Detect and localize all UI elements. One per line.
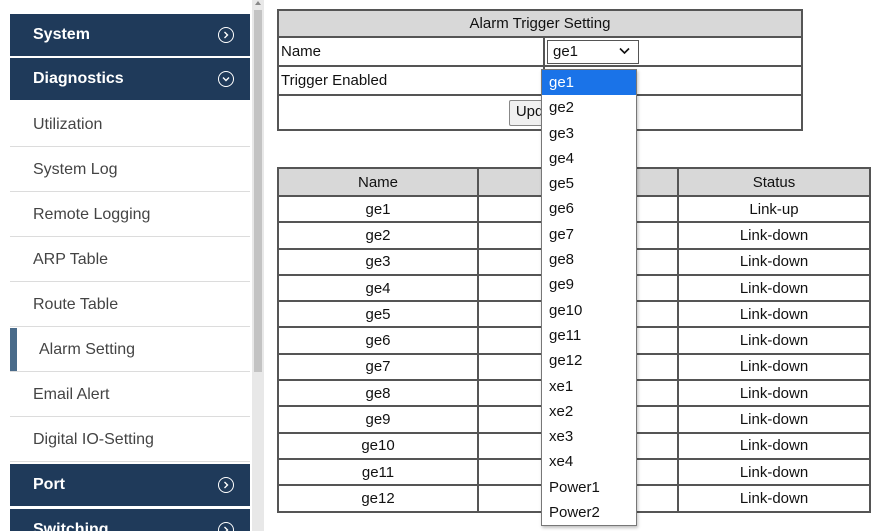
setting-table-title: Alarm Trigger Setting bbox=[277, 9, 803, 38]
chevron-right-circle-icon bbox=[218, 522, 234, 531]
name-cell: ge1 bbox=[543, 36, 803, 67]
dropdown-option[interactable]: ge11 bbox=[542, 323, 636, 348]
dropdown-option[interactable]: xe3 bbox=[542, 424, 636, 449]
sidebar-item-label: Remote Logging bbox=[33, 205, 151, 223]
sidebar-item-system-log[interactable]: System Log bbox=[10, 148, 250, 192]
cell-status: Link-down bbox=[677, 273, 871, 303]
dropdown-option[interactable]: ge5 bbox=[542, 171, 636, 196]
sidebar-item-label: System Log bbox=[33, 160, 118, 178]
cell-name: ge2 bbox=[277, 221, 479, 250]
sidebar-item-arp-table[interactable]: ARP Table bbox=[10, 238, 250, 282]
dropdown-option[interactable]: xe4 bbox=[542, 449, 636, 474]
sidebar-scrollbar[interactable] bbox=[252, 0, 264, 531]
sidebar-item-label: Switching bbox=[33, 521, 109, 531]
dropdown-option[interactable]: ge12 bbox=[542, 348, 636, 373]
dropdown-option[interactable]: ge3 bbox=[542, 121, 636, 146]
sidebar-item-utilization[interactable]: Utilization bbox=[10, 103, 250, 147]
sidebar-item-digital-io-setting[interactable]: Digital IO-Setting bbox=[10, 418, 250, 462]
name-select-value: ge1 bbox=[553, 42, 579, 60]
chevron-right-circle-icon bbox=[218, 477, 234, 493]
cell-status: Link-down bbox=[677, 326, 871, 355]
chevron-down-circle-icon bbox=[218, 71, 234, 87]
cell-name: ge6 bbox=[277, 326, 479, 355]
cell-name: ge7 bbox=[277, 352, 479, 382]
dropdown-option[interactable]: Power2 bbox=[542, 500, 636, 525]
cell-status: Link-down bbox=[677, 431, 871, 460]
cell-status: Link-down bbox=[677, 457, 871, 487]
update-cell: Update bbox=[277, 94, 803, 131]
cell-name: ge1 bbox=[277, 194, 479, 224]
sidebar-item-diagnostics[interactable]: Diagnostics bbox=[10, 58, 250, 102]
cell-name: ge4 bbox=[277, 273, 479, 303]
scrollbar-thumb[interactable] bbox=[254, 10, 262, 372]
dropdown-option[interactable]: ge8 bbox=[542, 247, 636, 272]
sidebar: System Diagnostics Utilization System Lo… bbox=[0, 0, 252, 531]
sidebar-item-email-alert[interactable]: Email Alert bbox=[10, 373, 250, 417]
cell-name: ge8 bbox=[277, 379, 479, 408]
sidebar-item-alarm-setting[interactable]: Alarm Setting bbox=[10, 328, 250, 372]
dropdown-option[interactable]: xe2 bbox=[542, 399, 636, 424]
dropdown-option[interactable]: xe1 bbox=[542, 374, 636, 399]
cell-status: Link-down bbox=[677, 247, 871, 276]
chevron-down-icon bbox=[619, 47, 630, 54]
alarm-trigger-setting-table: Alarm Trigger Setting Name ge1 Trigger E… bbox=[277, 9, 803, 131]
cell-name: ge5 bbox=[277, 300, 479, 329]
cell-status: Link-down bbox=[677, 405, 871, 434]
dropdown-option[interactable]: ge7 bbox=[542, 222, 636, 247]
column-header-status: Status bbox=[677, 167, 871, 197]
sidebar-item-switching[interactable]: Switching bbox=[10, 509, 250, 531]
name-dropdown-list[interactable]: ge1 ge2 ge3 ge4 ge5 ge6 ge7 ge8 ge9 ge10 ge11 ge12 x… bbox=[541, 69, 637, 527]
name-select[interactable]: ge1 bbox=[547, 39, 639, 64]
dropdown-option[interactable]: ge10 bbox=[542, 298, 636, 323]
sidebar-item-route-table[interactable]: Route Table bbox=[10, 283, 250, 327]
sidebar-item-label: System bbox=[33, 26, 90, 43]
cell-name: ge10 bbox=[277, 431, 479, 460]
sidebar-item-port[interactable]: Port bbox=[10, 464, 250, 508]
cell-status: Link-down bbox=[677, 352, 871, 382]
sidebar-item-label: Digital IO-Setting bbox=[33, 430, 154, 448]
cell-name: ge3 bbox=[277, 247, 479, 276]
column-header-name: Name bbox=[277, 167, 479, 197]
dropdown-option[interactable]: ge1 bbox=[542, 70, 636, 96]
dropdown-option[interactable]: ge9 bbox=[542, 272, 636, 297]
cell-status: Link-down bbox=[677, 484, 871, 513]
dropdown-option[interactable]: ge4 bbox=[542, 146, 636, 171]
cell-status: Link-down bbox=[677, 379, 871, 408]
sidebar-item-label: Email Alert bbox=[33, 385, 110, 403]
cell-name: ge11 bbox=[277, 457, 479, 487]
trigger-enabled-label: Trigger Enabled bbox=[277, 65, 545, 96]
dropdown-option[interactable]: Power1 bbox=[542, 475, 636, 500]
cell-status: Link-down bbox=[677, 221, 871, 250]
active-indicator bbox=[10, 328, 17, 371]
sidebar-item-label: Alarm Setting bbox=[39, 340, 136, 358]
cell-status: Link-down bbox=[677, 300, 871, 329]
sidebar-item-label: ARP Table bbox=[33, 250, 109, 268]
name-label: Name bbox=[277, 36, 545, 67]
cell-name: ge12 bbox=[277, 484, 479, 513]
sidebar-item-label: Route Table bbox=[33, 295, 119, 313]
chevron-right-circle-icon bbox=[218, 27, 234, 43]
cell-name: ge9 bbox=[277, 405, 479, 434]
dropdown-option[interactable]: ge2 bbox=[542, 95, 636, 120]
sidebar-item-label: Diagnostics bbox=[33, 70, 124, 87]
cell-status: Link-up bbox=[677, 194, 871, 224]
sidebar-item-remote-logging[interactable]: Remote Logging bbox=[10, 193, 250, 237]
sidebar-item-label: Port bbox=[33, 476, 65, 493]
sidebar-item-label: Utilization bbox=[33, 115, 103, 133]
scroll-up-arrow-icon[interactable] bbox=[255, 1, 261, 5]
dropdown-option[interactable]: ge6 bbox=[542, 196, 636, 221]
sidebar-item-system[interactable]: System bbox=[10, 14, 250, 58]
